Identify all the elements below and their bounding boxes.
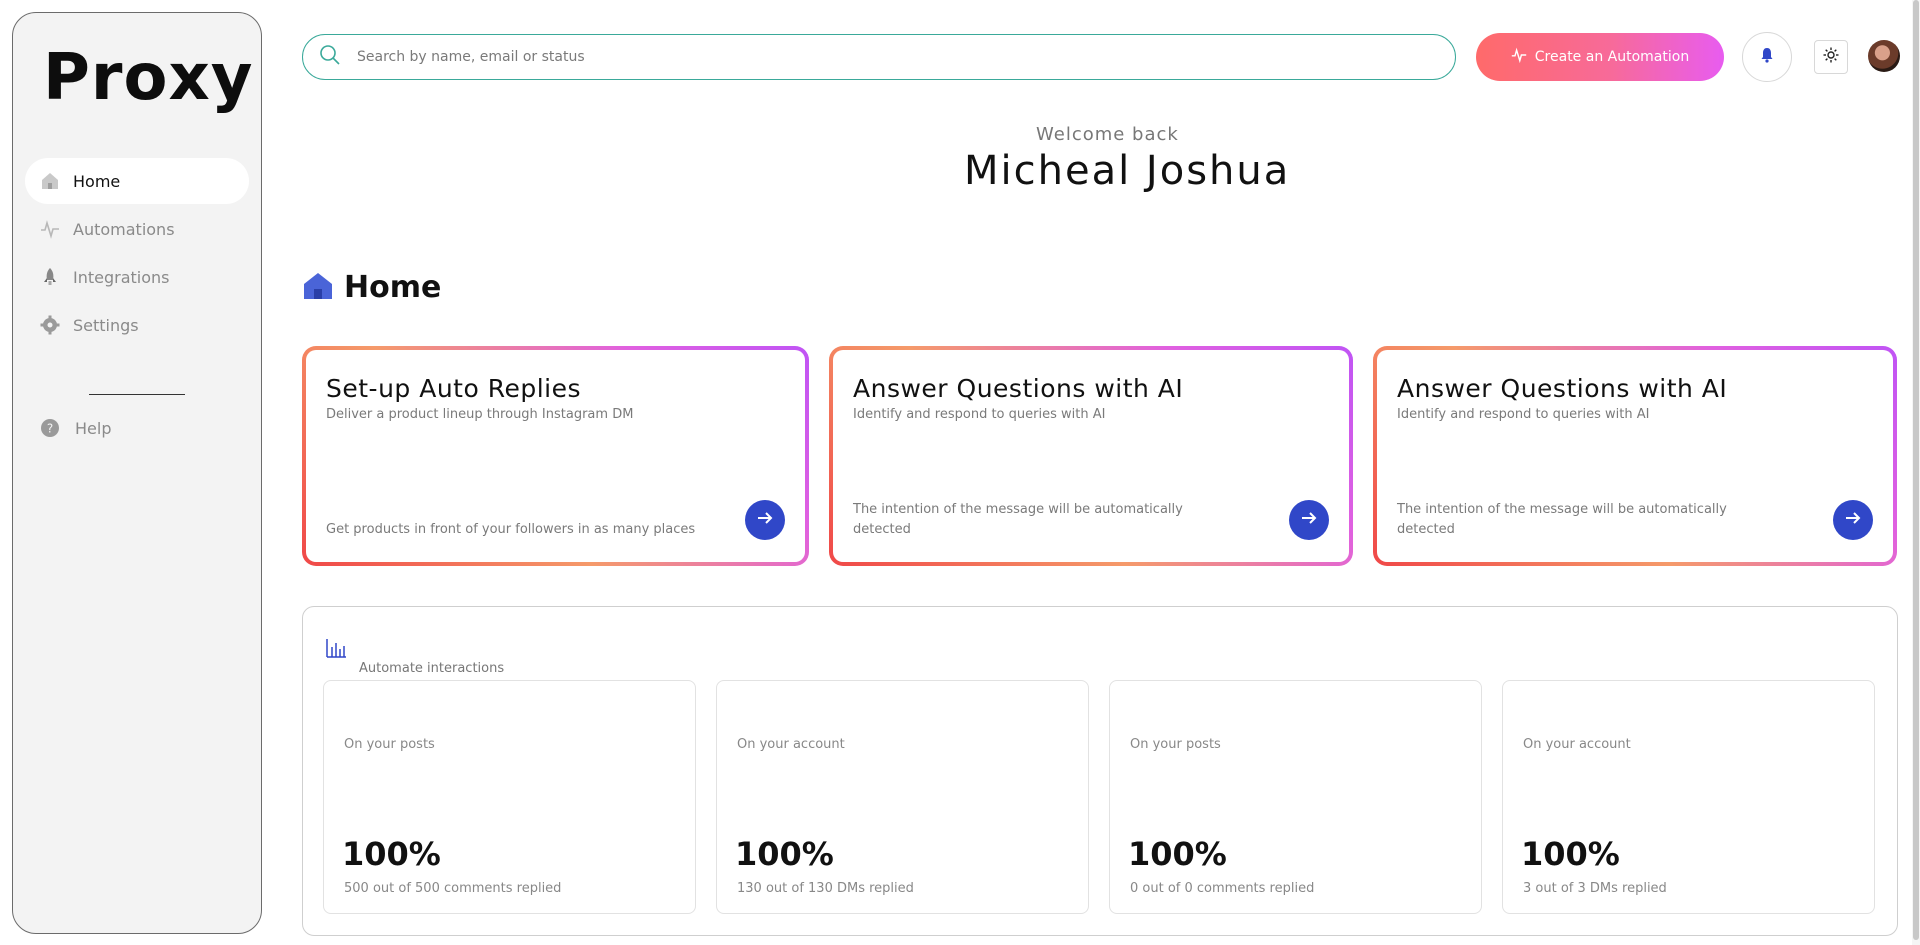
create-automation-button[interactable]: Create an Automation xyxy=(1476,33,1724,81)
arrow-right-icon xyxy=(1300,509,1318,531)
card-title: Answer Questions with AI xyxy=(1397,374,1728,403)
card-subtitle: Identify and respond to queries with AI xyxy=(853,407,1106,422)
activity-icon xyxy=(1511,47,1527,67)
arrow-right-icon xyxy=(1844,509,1862,531)
create-automation-label: Create an Automation xyxy=(1534,49,1690,65)
sidebar-item-home[interactable]: Home xyxy=(25,158,249,204)
scrollbar[interactable] xyxy=(1912,0,1920,945)
stat-scope: On your posts xyxy=(1130,737,1221,752)
stat-scope: On your posts xyxy=(344,737,435,752)
automation-card[interactable]: Set-up Auto Replies Deliver a product li… xyxy=(302,346,809,566)
page-title: Home xyxy=(302,270,441,305)
scrollbar-thumb[interactable] xyxy=(1913,0,1919,940)
rocket-icon xyxy=(39,266,61,288)
card-footer: The intention of the message will be aut… xyxy=(1397,502,1727,537)
stat-card: On your account 100% 130 out of 130 DMs … xyxy=(716,680,1089,914)
svg-text:?: ? xyxy=(47,422,53,436)
theme-toggle-button[interactable] xyxy=(1814,40,1848,74)
card-title: Answer Questions with AI xyxy=(853,374,1184,403)
sidebar-item-label: Home xyxy=(73,171,121,191)
stat-description: 130 out of 130 DMs replied xyxy=(737,881,914,896)
stat-card: On your account 100% 3 out of 3 DMs repl… xyxy=(1502,680,1875,914)
help-icon: ? xyxy=(39,417,61,439)
home-icon xyxy=(39,170,61,192)
search-input[interactable] xyxy=(357,49,1417,65)
card-footer: Get products in front of your followers … xyxy=(326,522,696,537)
stat-percentage: 100% xyxy=(1521,835,1620,873)
sidebar-item-automations[interactable]: Automations xyxy=(25,206,249,252)
sidebar-divider xyxy=(89,394,185,395)
card-subtitle: Deliver a product lineup through Instagr… xyxy=(326,407,634,422)
stat-card: On your posts 100% 0 out of 0 comments r… xyxy=(1109,680,1482,914)
stat-percentage: 100% xyxy=(342,835,441,873)
sidebar-item-label: Integrations xyxy=(73,267,170,287)
card-body: Set-up Auto Replies Deliver a product li… xyxy=(306,350,805,562)
notifications-button[interactable] xyxy=(1742,32,1792,82)
search-bar[interactable] xyxy=(302,34,1456,80)
activity-icon xyxy=(39,218,61,240)
sidebar-item-settings[interactable]: Settings xyxy=(25,302,249,348)
welcome-subtitle: Welcome back xyxy=(1036,124,1179,145)
card-arrow-button[interactable] xyxy=(1289,500,1329,540)
stat-description: 3 out of 3 DMs replied xyxy=(1523,881,1667,896)
card-footer: The intention of the message will be aut… xyxy=(853,502,1183,537)
welcome-name: Micheal Joshua xyxy=(964,148,1291,194)
help-link[interactable]: ? Help xyxy=(39,413,111,443)
avatar[interactable] xyxy=(1868,40,1900,72)
page-title-text: Home xyxy=(344,270,442,305)
search-icon xyxy=(319,44,341,70)
sun-icon xyxy=(1823,47,1839,67)
bar-chart-icon xyxy=(325,637,347,663)
stat-scope: On your account xyxy=(737,737,845,752)
automation-card[interactable]: Answer Questions with AI Identify and re… xyxy=(829,346,1353,566)
card-arrow-button[interactable] xyxy=(745,500,785,540)
home-icon xyxy=(302,271,334,305)
stat-percentage: 100% xyxy=(1128,835,1227,873)
card-title: Set-up Auto Replies xyxy=(326,374,582,403)
stat-card: On your posts 100% 500 out of 500 commen… xyxy=(323,680,696,914)
arrow-right-icon xyxy=(756,509,774,531)
stat-scope: On your account xyxy=(1523,737,1631,752)
stat-percentage: 100% xyxy=(735,835,834,873)
card-body: Answer Questions with AI Identify and re… xyxy=(1377,350,1893,562)
gear-icon xyxy=(39,314,61,336)
stat-description: 500 out of 500 comments replied xyxy=(344,881,562,896)
sidebar: Proxy Home Automations Integrations Sett… xyxy=(12,12,262,934)
automation-card[interactable]: Answer Questions with AI Identify and re… xyxy=(1373,346,1897,566)
sidebar-item-label: Automations xyxy=(73,219,175,239)
card-arrow-button[interactable] xyxy=(1833,500,1873,540)
sidebar-item-integrations[interactable]: Integrations xyxy=(25,254,249,300)
stat-description: 0 out of 0 comments replied xyxy=(1130,881,1315,896)
app-logo[interactable]: Proxy xyxy=(43,41,253,115)
bell-icon xyxy=(1759,47,1775,67)
sidebar-item-label: Settings xyxy=(73,315,139,335)
card-subtitle: Identify and respond to queries with AI xyxy=(1397,407,1650,422)
help-label: Help xyxy=(75,418,112,438)
sidebar-nav: Home Automations Integrations Settings xyxy=(25,158,249,350)
stats-label: Automate interactions xyxy=(359,661,505,676)
stats-panel: Automate interactions On your posts 100%… xyxy=(302,606,1898,936)
card-body: Answer Questions with AI Identify and re… xyxy=(833,350,1349,562)
